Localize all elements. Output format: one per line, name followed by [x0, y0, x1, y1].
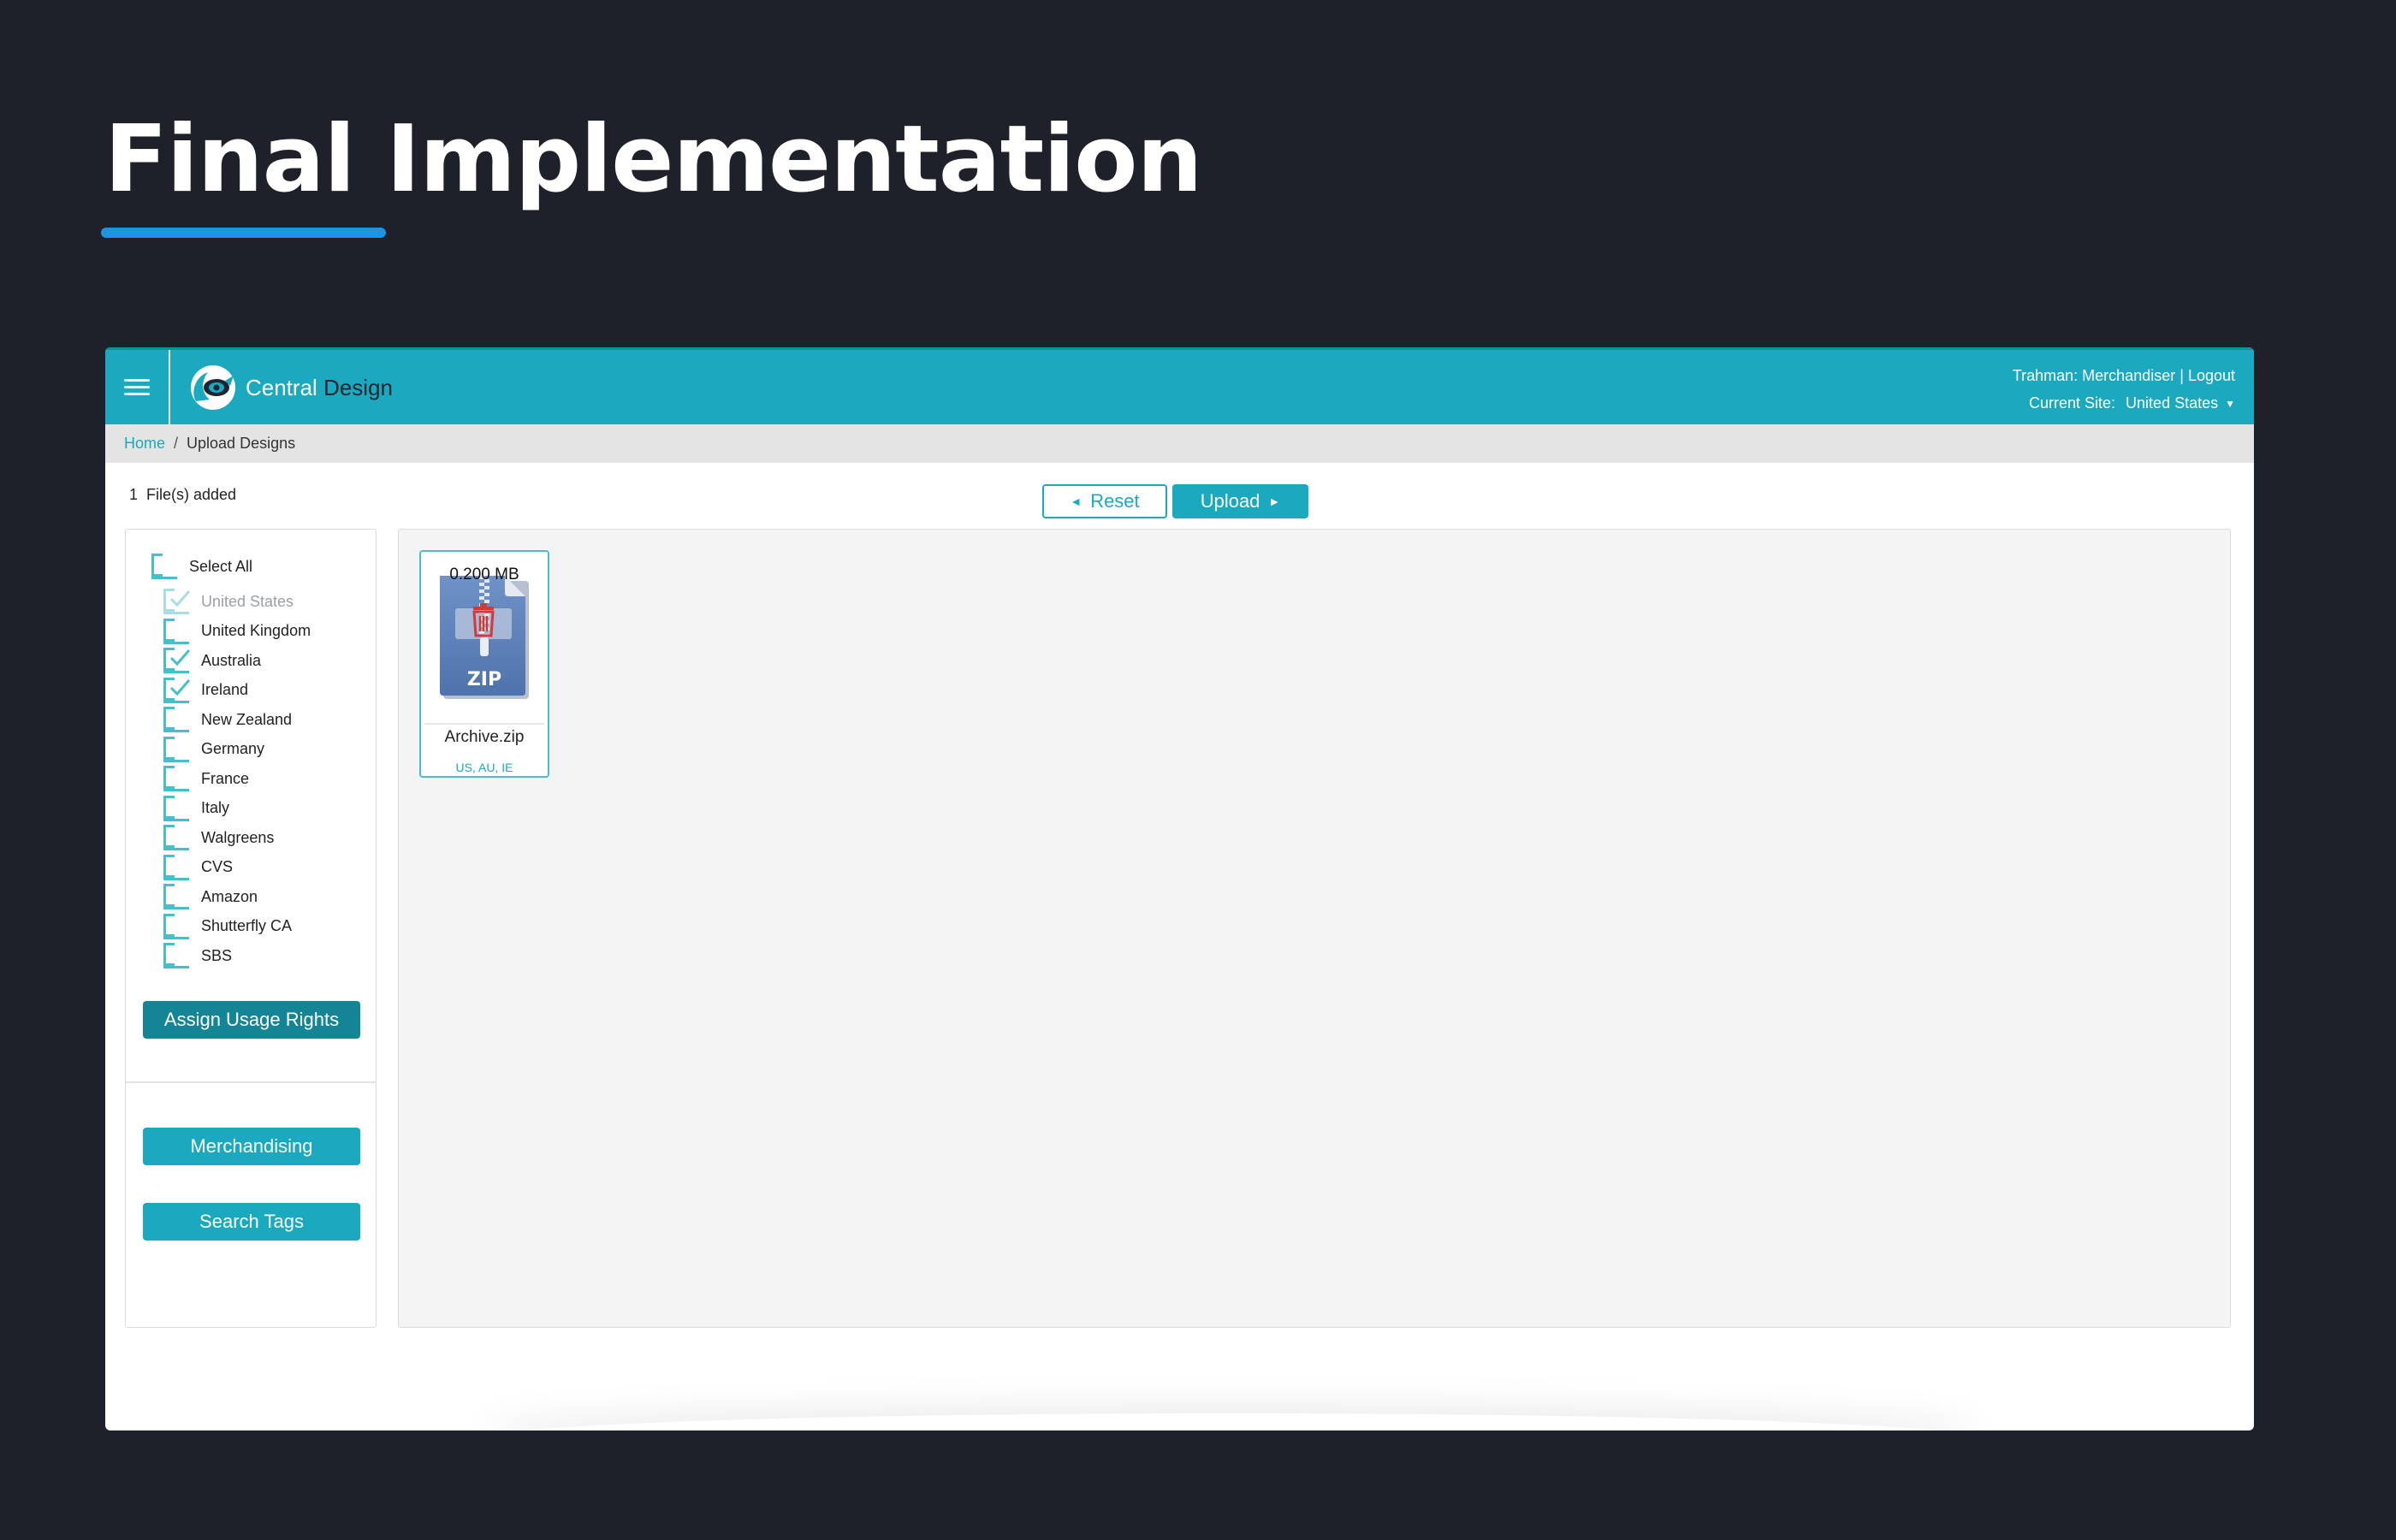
- search-tags-button[interactable]: Search Tags: [143, 1203, 360, 1241]
- slide-title: Final Implementation: [104, 106, 1202, 213]
- upload-label: Upload: [1200, 490, 1260, 512]
- trash-icon[interactable]: [468, 603, 499, 637]
- checkbox-icon[interactable]: [163, 825, 189, 850]
- site-checkbox: United States: [163, 589, 294, 614]
- site-checkbox-label: SBS: [201, 946, 233, 964]
- site-checkbox[interactable]: United Kingdom: [163, 618, 311, 644]
- select-all-label: Select All: [189, 557, 253, 575]
- checkmark-icon: [169, 649, 190, 666]
- checkbox-icon[interactable]: [163, 884, 189, 909]
- site-checkbox-label: CVS: [201, 858, 234, 875]
- central-design-logo-icon: [191, 365, 235, 410]
- menu-button[interactable]: [105, 350, 170, 424]
- breadcrumb-current: Upload Designs: [187, 435, 296, 452]
- site-checkbox[interactable]: France: [163, 766, 249, 791]
- breadcrumb-separator: /: [174, 435, 179, 452]
- breadcrumb: Home / Upload Designs: [105, 424, 2254, 463]
- checkbox-icon[interactable]: [163, 854, 189, 880]
- checkbox-icon[interactable]: [163, 618, 189, 644]
- select-all-checkbox[interactable]: Select All: [151, 554, 252, 579]
- file-drop-area[interactable]: ZIP 0.200 MB Archive.zip US, AU, IE: [398, 529, 2231, 1328]
- checkbox-icon[interactable]: [163, 707, 189, 732]
- site-checkbox[interactable]: SBS: [163, 943, 232, 968]
- current-site-label: Current Site:: [2029, 394, 2116, 412]
- brand-name: Central Design: [246, 375, 393, 401]
- app-header: Central Design Trahman: Merchandiser | L…: [105, 347, 2254, 424]
- breadcrumb-home[interactable]: Home: [124, 435, 165, 453]
- merchandising-button[interactable]: Merchandising: [143, 1128, 360, 1165]
- checkbox-icon[interactable]: [163, 913, 189, 939]
- checkbox-icon[interactable]: [163, 677, 190, 703]
- files-added-status: 1 File(s) added: [129, 486, 236, 504]
- site-checkbox[interactable]: Australia: [163, 648, 261, 673]
- current-site: Current Site: United States ▼: [2029, 394, 2235, 412]
- site-checkbox-label: Ireland: [201, 681, 249, 698]
- site-checkbox-label: Italy: [201, 799, 230, 816]
- site-checkbox-label: Walgreens: [201, 828, 275, 846]
- site-checkbox-label: Amazon: [201, 887, 258, 905]
- file-card[interactable]: ZIP 0.200 MB Archive.zip US, AU, IE: [419, 550, 549, 778]
- site-selector[interactable]: United States ▼: [2126, 394, 2235, 412]
- site-checkbox[interactable]: Italy: [163, 795, 230, 821]
- sidebar-divider: [126, 1081, 376, 1083]
- user-name: Trahman: Merchandiser: [2012, 367, 2176, 384]
- checkbox-icon[interactable]: [151, 554, 177, 579]
- assign-usage-rights-button[interactable]: Assign Usage Rights: [143, 1001, 360, 1039]
- title-underline: [101, 228, 386, 238]
- zip-badge: ZIP: [467, 669, 501, 690]
- logout-link[interactable]: Logout: [2188, 367, 2235, 384]
- site-checkbox[interactable]: Ireland: [163, 677, 249, 703]
- checkmark-icon: [169, 678, 190, 696]
- checkbox-icon[interactable]: [163, 648, 190, 673]
- file-name: Archive.zip: [444, 728, 525, 746]
- site-checkbox-label: United States: [201, 592, 294, 610]
- site-checkbox-label: New Zealand: [201, 710, 293, 728]
- checkbox-icon[interactable]: [163, 766, 189, 791]
- site-checkbox-label: Germany: [201, 740, 265, 757]
- brand[interactable]: Central Design: [187, 364, 393, 412]
- site-checkbox[interactable]: Germany: [163, 736, 265, 762]
- hamburger-menu-icon[interactable]: [124, 378, 150, 396]
- reset-label: Reset: [1090, 490, 1140, 512]
- arrow-left-icon: ◄: [1070, 495, 1082, 508]
- site-checkbox[interactable]: Amazon: [163, 884, 258, 909]
- brand-name-part1: Central: [246, 374, 317, 400]
- file-size: 0.200 MB: [449, 566, 519, 583]
- files-count: 1: [129, 486, 139, 503]
- files-label: File(s) added: [146, 486, 237, 503]
- site-checkbox-label: Australia: [201, 651, 262, 669]
- site-checkbox[interactable]: Shutterfly CA: [163, 913, 293, 939]
- user-separator: |: [2180, 367, 2184, 384]
- card-divider: [424, 723, 544, 725]
- site-checkbox-label: Shutterfly CA: [201, 917, 293, 934]
- checkbox-icon: [163, 589, 190, 614]
- upload-button[interactable]: Upload ►: [1172, 484, 1308, 518]
- checkbox-icon[interactable]: [163, 736, 189, 762]
- site-checkbox[interactable]: CVS: [163, 854, 234, 880]
- site-checkbox-label: France: [201, 769, 250, 787]
- checkbox-icon[interactable]: [163, 943, 189, 968]
- site-checkbox[interactable]: Walgreens: [163, 825, 274, 850]
- brand-name-part2: Design: [323, 374, 393, 400]
- checkmark-icon: [169, 590, 190, 607]
- site-checkbox[interactable]: New Zealand: [163, 707, 292, 732]
- user-info: Trahman: Merchandiser | Logout: [2013, 367, 2235, 385]
- site-checkbox-label: United Kingdom: [201, 622, 311, 639]
- reset-button[interactable]: ◄ Reset: [1042, 484, 1167, 518]
- caret-down-icon: ▼: [2225, 397, 2235, 410]
- site-selector-value: United States: [2126, 394, 2219, 412]
- checkbox-icon[interactable]: [163, 795, 189, 821]
- usage-rights-sidebar: Select All United States United Kingdom Au…: [125, 529, 377, 1328]
- file-sites: US, AU, IE: [455, 761, 513, 774]
- app-window: Central Design Trahman: Merchandiser | L…: [105, 347, 2254, 1430]
- window-shadow: [482, 1413, 1980, 1430]
- arrow-right-icon: ►: [1268, 495, 1281, 508]
